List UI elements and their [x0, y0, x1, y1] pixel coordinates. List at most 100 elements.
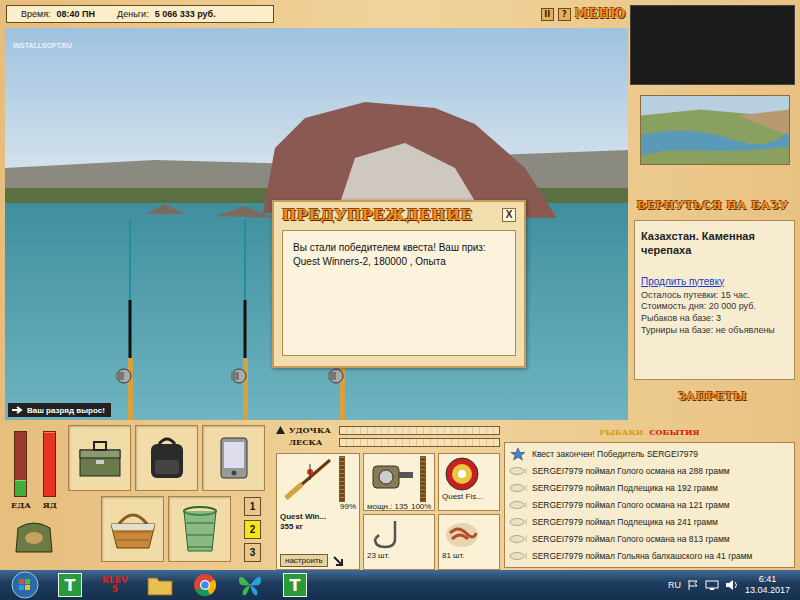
basket-slot[interactable] [101, 496, 164, 562]
events-tab[interactable]: РЫБАКИ [599, 427, 643, 437]
rod-tabs: 1 2 3 [235, 496, 261, 562]
events-tab[interactable]: СОБЫТИЯ [649, 427, 699, 437]
menu-button[interactable]: МЕНЮ [575, 7, 626, 21]
rod-durability-bar [339, 456, 345, 502]
tackle-box-slot[interactable] [68, 425, 131, 491]
reel-durability-bar [420, 456, 426, 502]
top-controls: II? МЕНЮ [541, 7, 626, 21]
chrome-icon [193, 573, 217, 597]
tackle-cards: 99%Quest Win...355 кгнастроитьмощн.: 135… [276, 453, 500, 570]
location-name: Казахстан. Каменная черепаха [641, 229, 788, 258]
backpack-slot[interactable] [135, 425, 198, 491]
ad-panel [630, 5, 795, 85]
setup-button[interactable]: настроить [280, 554, 328, 567]
money-field: Деньги:5 066 333 руб. [117, 9, 216, 19]
folder-icon [147, 574, 173, 596]
status-box: Время:08:40 ПНДеньги:5 066 333 руб. [6, 5, 274, 23]
extend-trip-link[interactable]: Продлить путевку [641, 276, 788, 287]
taskbar-app[interactable] [139, 571, 181, 599]
reel-icon [367, 456, 417, 496]
warning-dialog: ПРЕДУПРЕЖДЕНИЕXВы стали победителем квес… [272, 200, 526, 368]
fishing-scene: INSTALLSOFT.RUПРЕДУПРЕЖДЕНИЕXВы стали по… [5, 28, 628, 420]
event-row: SERGEI7979 поймал Голого османа на 288 г… [509, 463, 790, 478]
rod-icon [280, 456, 336, 502]
start-button[interactable] [4, 571, 46, 599]
collapse-triangle-icon[interactable] [276, 426, 285, 434]
reel-card[interactable]: мощн.: 135100% [363, 453, 435, 511]
butterfly-icon [237, 573, 263, 597]
meters-area: ЕДА ЯД [4, 425, 64, 570]
rod-tab[interactable]: 1 [244, 497, 261, 516]
hook-card[interactable]: 23 шт. [363, 514, 435, 570]
tension-track [339, 438, 500, 447]
start-button-icon[interactable] [11, 571, 39, 599]
reel-durability: 100% [411, 502, 431, 512]
rank-notification: Ваш разряд вырос! [8, 403, 111, 417]
flag-icon [687, 579, 699, 591]
app-tile-icon: T [283, 573, 307, 597]
fishing-rod[interactable] [231, 220, 248, 420]
events-area: РЫБАКИ СОБЫТИЯ Квест закончен! Победитель … [504, 425, 800, 570]
language-indicator[interactable]: RU [668, 580, 681, 590]
clock: 6:4113.04.2017 [745, 574, 790, 596]
tackle-area: УДОЧКАЛЕСКА99%Quest Win...355 кгнастроит… [272, 425, 500, 570]
meter-label: ЕДА [11, 500, 31, 510]
events-tabs: РЫБАКИ СОБЫТИЯ [504, 425, 795, 439]
reel-power: мощн.: 135 [367, 502, 408, 512]
location-info: Казахстан. Каменная черепаха Продлить пут… [634, 220, 795, 380]
taskbar-app[interactable] [184, 571, 226, 599]
meter-fill [15, 480, 26, 496]
taskbar-app[interactable]: T [49, 571, 91, 599]
basket-icon [107, 506, 159, 552]
rod-card[interactable]: 99%Quest Win...355 кгнастроить [276, 453, 360, 570]
meter: ЯД [43, 431, 57, 510]
line-name: Quest Fis... [442, 492, 496, 502]
taskbar-app[interactable]: KLEV 5 [94, 571, 136, 599]
events-list: Квест закончен! Победитель SERGEI7979SER… [504, 442, 795, 568]
hook-icon [367, 517, 407, 551]
rod-tab[interactable]: 2 [244, 520, 261, 539]
hook-count: 23 шт. [367, 551, 431, 561]
return-to-base-button[interactable]: ВЕРНУТЬСЯ НА БАЗУ [637, 199, 789, 212]
klev-icon: KLEV 5 [100, 576, 130, 594]
star-icon [509, 447, 527, 461]
fish-icon [509, 551, 527, 561]
dialog-title: ПРЕДУПРЕЖДЕНИЕ [282, 206, 473, 224]
pda-slot[interactable] [202, 425, 265, 491]
arrow-icon [11, 405, 23, 415]
meter-track [43, 431, 56, 497]
event-row: SERGEI7979 поймал Подлещика на 241 грамм [509, 514, 790, 529]
bans-button[interactable]: ЗАПРЕТЫ [678, 390, 747, 403]
tension-label: УДОЧКА [289, 425, 335, 435]
bait-bag-icon [12, 514, 56, 556]
tackle-box-icon [76, 436, 124, 480]
volume-icon [725, 579, 739, 591]
taskbar-app[interactable] [229, 571, 271, 599]
fishing-rod[interactable] [116, 220, 133, 420]
bait-card[interactable]: 81 шт. [438, 514, 500, 570]
taskbar-app[interactable]: T [274, 571, 316, 599]
close-button[interactable]: X [502, 208, 516, 222]
location-picture [640, 95, 790, 165]
top-button[interactable]: II [541, 8, 554, 21]
game-screen: Время:08:40 ПНДеньги:5 066 333 руб. II? МЕ… [0, 0, 800, 600]
line-card[interactable]: Quest Fis... [438, 453, 500, 511]
dialog-header: ПРЕДУПРЕЖДЕНИЕ X [282, 206, 516, 224]
meter-track [14, 431, 27, 497]
rod-tab[interactable]: 3 [244, 543, 261, 562]
tension-track [339, 426, 500, 435]
tension-row: УДОЧКА [276, 425, 500, 435]
event-row: SERGEI7979 поймал Голого османа на 121 г… [509, 497, 790, 512]
fish-icon [509, 517, 527, 527]
fish-icon [509, 466, 527, 476]
info-line: Рыбаков на базе: 3 [641, 313, 788, 325]
app-tile-icon: T [58, 573, 82, 597]
fish-icon [509, 483, 527, 493]
top-button[interactable]: ? [558, 8, 571, 21]
meter-label: ЯД [43, 500, 57, 510]
event-row: SERGEI7979 поймал Голого османа на 813 г… [509, 531, 790, 546]
rod-name: Quest Win... [280, 512, 356, 522]
system-tray: RU 6:4113.04.2017 [668, 574, 796, 596]
keepnet-slot[interactable] [168, 496, 231, 562]
watermark: INSTALLSOFT.RU [13, 42, 72, 49]
